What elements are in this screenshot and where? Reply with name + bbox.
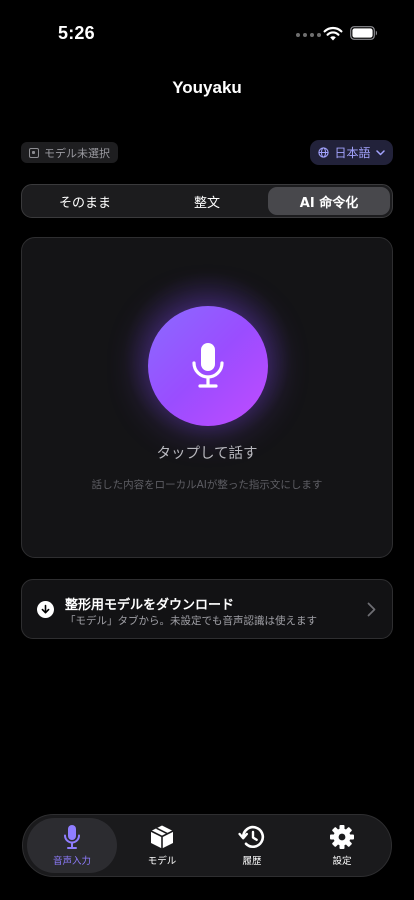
gear-icon [329, 824, 355, 850]
record-title: タップして話す [156, 446, 258, 462]
tab-label: 音声入力 [52, 856, 91, 867]
chevron-right-icon [367, 602, 376, 617]
download-banner-subtitle: 「モデル」タブから。未設定でも音声認識は使えます [65, 615, 317, 627]
wifi-icon [323, 26, 343, 41]
download-icon [37, 601, 54, 618]
page-title: Youyaku [172, 78, 242, 97]
signal-icon [296, 33, 321, 37]
tab-label: 設定 [332, 856, 352, 867]
mode-tab-as-is[interactable]: そのまま [24, 187, 146, 215]
model-status-badge[interactable]: モデル未選択 [21, 142, 118, 163]
cube-icon [149, 824, 175, 850]
record-subtitle: 話した内容をローカルAIが整った指示文にします [91, 479, 323, 491]
battery-icon [350, 26, 377, 40]
language-label: 日本語 [334, 146, 371, 160]
app-screen: 5:26 Youyaku モデル未選択 日本語 そのまま 整文 AI 命令化 タ… [0, 0, 414, 900]
tab-models[interactable]: モデル [117, 818, 207, 873]
tab-voice-input[interactable]: 音声入力 [27, 818, 117, 873]
download-banner-title: 整形用モデルをダウンロード [65, 598, 235, 613]
mode-segmented-control: そのまま 整文 AI 命令化 [21, 184, 393, 218]
record-button[interactable] [148, 306, 268, 426]
tab-history[interactable]: 履歴 [207, 818, 297, 873]
model-status-label: モデル未選択 [44, 146, 110, 160]
mode-tab-ai-command[interactable]: AI 命令化 [268, 187, 390, 215]
mode-tab-cleanup[interactable]: 整文 [146, 187, 268, 215]
chevron-down-icon [375, 149, 385, 155]
tab-bar: 音声入力 モデル 履歴 設定 [22, 814, 392, 877]
tab-label: 履歴 [242, 856, 262, 867]
microphone-icon [192, 343, 224, 388]
record-card: タップして話す 話した内容をローカルAIが整った指示文にします [21, 237, 393, 558]
tab-settings[interactable]: 設定 [297, 818, 387, 873]
chip-icon [29, 147, 39, 158]
status-bar: 5:26 [0, 0, 414, 60]
globe-icon [318, 147, 330, 158]
history-icon [238, 824, 266, 850]
download-model-banner[interactable]: 整形用モデルをダウンロード 「モデル」タブから。未設定でも音声認識は使えます [21, 579, 393, 639]
status-time: 5:26 [58, 23, 95, 43]
microphone-icon [63, 824, 81, 850]
tab-label: モデル [147, 856, 177, 867]
language-selector[interactable]: 日本語 [310, 140, 393, 165]
